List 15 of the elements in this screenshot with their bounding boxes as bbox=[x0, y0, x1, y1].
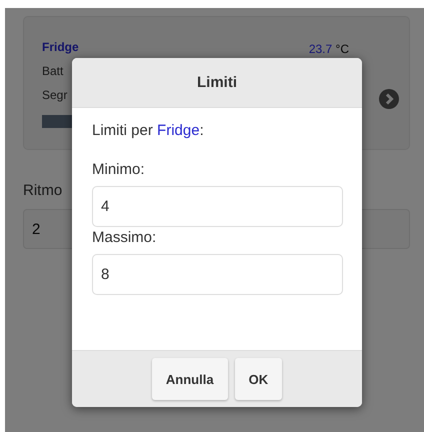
signal-label: Segr bbox=[42, 87, 68, 103]
field-label: Massimo: bbox=[92, 229, 156, 246]
chevron-right-icon[interactable] bbox=[379, 89, 399, 109]
ok-button[interactable]: OK bbox=[234, 358, 282, 400]
number-input[interactable]: 4 bbox=[92, 186, 343, 227]
field-label: Minimo: bbox=[92, 161, 145, 178]
cancel-button[interactable]: Annulla bbox=[152, 358, 228, 400]
dialog-title: Limiti bbox=[197, 74, 237, 91]
dialog-intro: Limiti per Fridge: bbox=[92, 122, 205, 139]
battery-label: Batt bbox=[42, 63, 64, 79]
rate-label: Ritmo bbox=[23, 182, 62, 199]
temperature: 23.7 °C bbox=[308, 42, 349, 56]
number-input[interactable]: 8 bbox=[92, 254, 343, 295]
device-name: Fridge bbox=[42, 39, 80, 55]
signal-bar bbox=[42, 115, 72, 128]
